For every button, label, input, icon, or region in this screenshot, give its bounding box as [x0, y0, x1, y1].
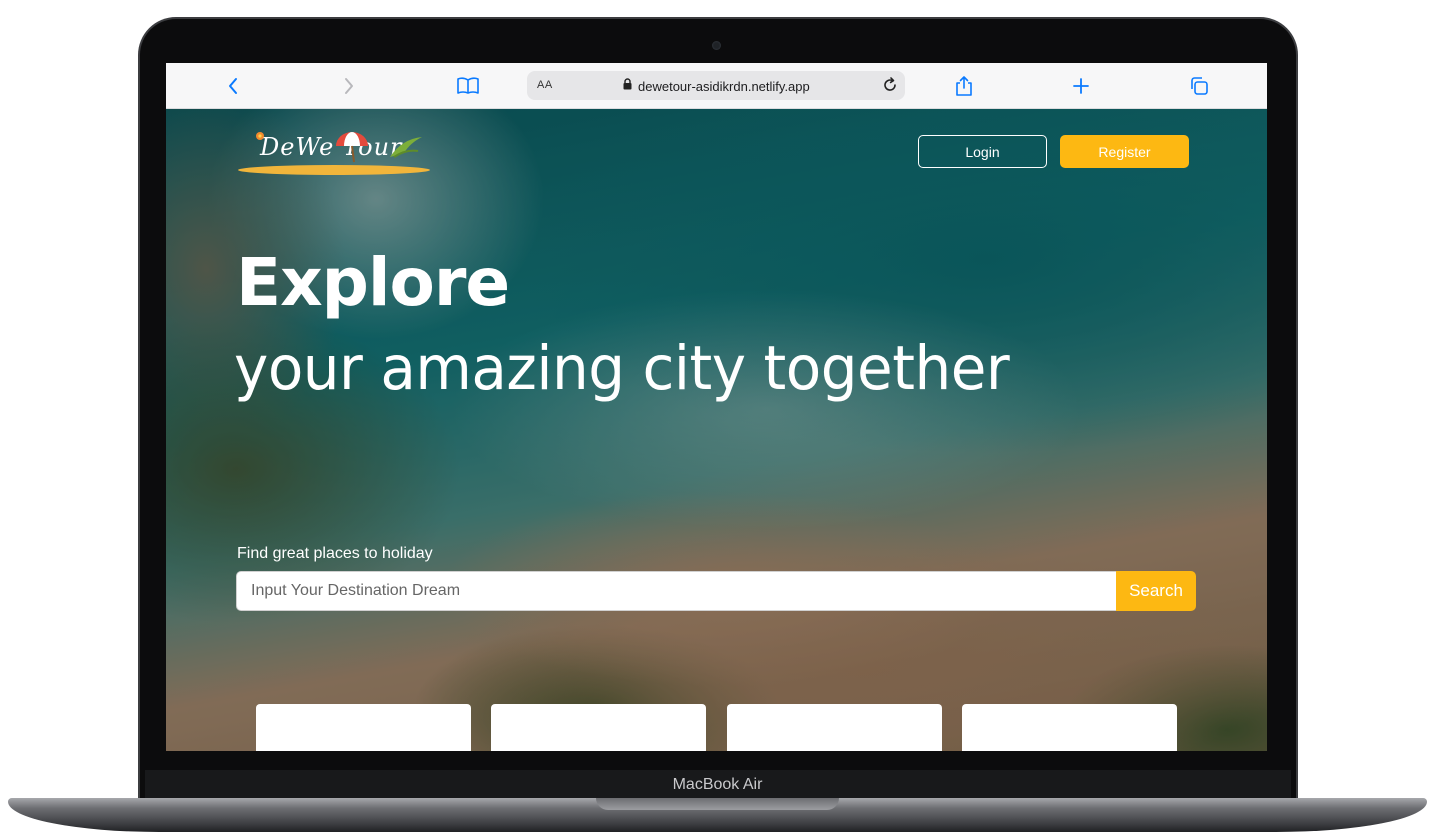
- plus-icon[interactable]: [1068, 73, 1094, 99]
- feature-card[interactable]: [256, 704, 471, 751]
- feature-card[interactable]: [491, 704, 706, 751]
- logo-sand-shape: [238, 165, 430, 175]
- hero-section: DeWe Tour Login Register Explore your am…: [166, 109, 1267, 751]
- url-text: dewetour-asidikrdn.netlify.app: [638, 78, 810, 94]
- laptop-lid-notch: [596, 798, 839, 810]
- beach-umbrella-icon: [336, 132, 368, 163]
- address-bar[interactable]: AA dewetour-asidikrdn.netlify.app: [527, 71, 905, 100]
- book-icon[interactable]: [455, 73, 481, 99]
- chevron-left-icon[interactable]: [220, 73, 246, 99]
- register-button[interactable]: Register: [1060, 135, 1189, 168]
- search-button[interactable]: Search: [1116, 571, 1196, 611]
- hero-title: Explore: [236, 244, 510, 321]
- search-label: Find great places to holiday: [237, 545, 433, 562]
- palm-leaf-icon: [390, 137, 422, 158]
- reload-icon[interactable]: [881, 76, 899, 99]
- browser-toolbar: AA dewetour-asidikrdn.netlify.app: [166, 63, 1267, 109]
- device-model-label: MacBook Air: [672, 776, 763, 793]
- text-size-button[interactable]: AA: [537, 79, 553, 91]
- screen: AA dewetour-asidikrdn.netlify.app DeWe T…: [166, 63, 1267, 751]
- site-logo[interactable]: DeWe Tour: [238, 129, 434, 179]
- webcam: [712, 41, 721, 50]
- url-display: dewetour-asidikrdn.netlify.app: [623, 77, 810, 95]
- destination-search-input[interactable]: [236, 571, 1117, 611]
- lock-icon: [623, 77, 632, 95]
- flower-icon: [256, 132, 264, 140]
- login-button[interactable]: Login: [918, 135, 1047, 168]
- tabs-icon[interactable]: [1186, 73, 1212, 99]
- share-icon[interactable]: [951, 73, 977, 99]
- hero-subtitle: your amazing city together: [234, 333, 1010, 404]
- feature-card[interactable]: [962, 704, 1177, 751]
- feature-card[interactable]: [727, 704, 942, 751]
- chevron-right-icon[interactable]: [336, 73, 362, 99]
- hero-background-overlay: [166, 109, 1267, 751]
